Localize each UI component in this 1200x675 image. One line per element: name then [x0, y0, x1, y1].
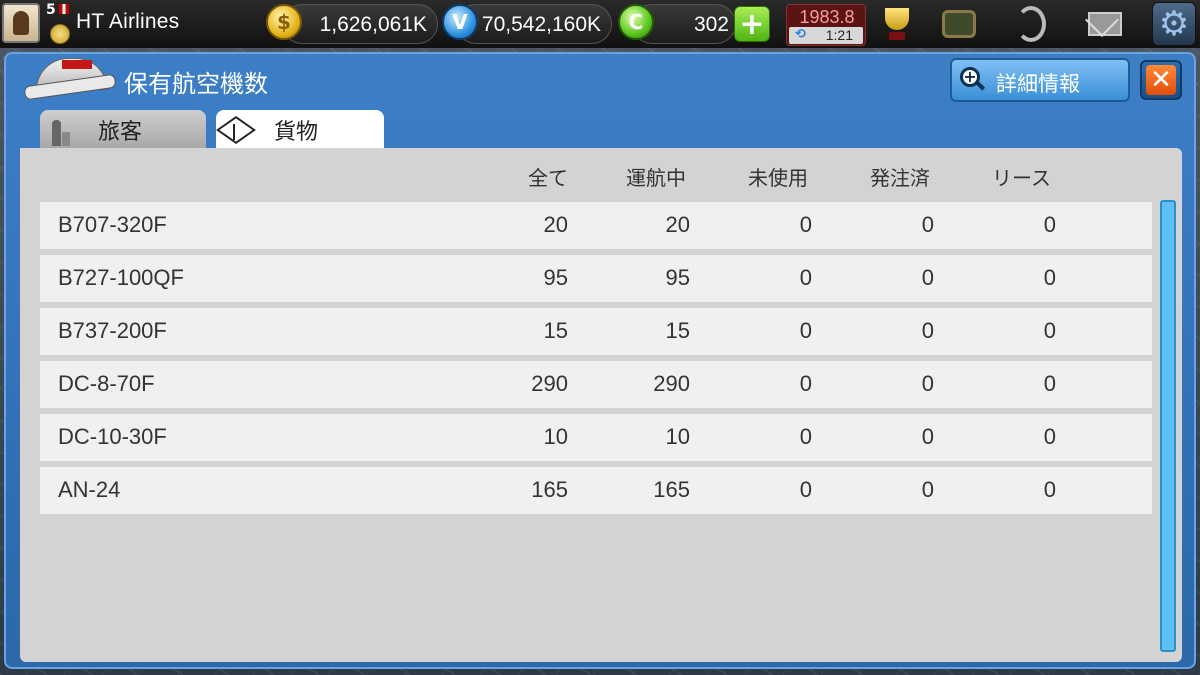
cell-lease: 0: [1043, 371, 1056, 396]
vp-value: 70,542,160K: [481, 13, 601, 36]
cell-ordered: 0: [921, 371, 934, 396]
cycle-icon: ⟲: [795, 27, 806, 42]
v-coin-icon: V: [442, 4, 478, 40]
cell-total: 20: [543, 212, 568, 237]
cell-ordered: 0: [921, 477, 934, 502]
close-icon: ✕: [1146, 65, 1176, 95]
aircraft-name: B707-320F: [58, 212, 167, 237]
column-header-lease: リース: [992, 166, 1051, 190]
cargo-box-icon: [220, 114, 250, 144]
cell-unused: 0: [799, 265, 812, 290]
column-header-unused: 未使用: [748, 166, 808, 190]
company-name: HT Airlines: [76, 10, 180, 33]
money-counter: 1,626,061K: [282, 4, 438, 44]
column-header-in-service: 運航中: [626, 166, 686, 190]
mail-icon[interactable]: [1082, 2, 1128, 46]
cell-unused: 0: [799, 318, 812, 343]
luggage-icon: [48, 120, 70, 146]
cell-total: 165: [531, 477, 568, 502]
satellite-icon[interactable]: [1008, 2, 1054, 46]
details-button[interactable]: 詳細情報: [950, 58, 1130, 102]
hangar-icon: [22, 56, 118, 106]
cell-ordered: 0: [921, 265, 934, 290]
panel-title: 保有航空機数: [124, 70, 268, 98]
time-display: ⟲ 1:21: [789, 27, 863, 44]
cell-in-service: 15: [665, 318, 690, 343]
level-badge: 5: [44, 2, 70, 44]
tab-passenger-label: 旅客: [98, 120, 143, 145]
cell-lease: 0: [1043, 212, 1056, 237]
cell-in-service: 165: [653, 477, 690, 502]
cell-unused: 0: [799, 371, 812, 396]
aircraft-name: B727-100QF: [58, 265, 184, 290]
cell-lease: 0: [1043, 477, 1056, 502]
level-medal-icon: [50, 24, 70, 44]
cell-unused: 0: [799, 477, 812, 502]
coins-value: 302: [693, 13, 729, 36]
cell-ordered: 0: [921, 212, 934, 237]
add-coins-button[interactable]: +: [734, 6, 770, 42]
cell-total: 15: [543, 318, 568, 343]
top-status-bar: 5 HT Airlines 1,626,061K $ 70,542,160K V…: [0, 0, 1200, 48]
column-header-ordered: 発注済: [870, 166, 930, 190]
tab-cargo-label: 貨物: [274, 120, 319, 145]
table-row[interactable]: B727-100QF 95 95 0 0 0: [40, 255, 1152, 302]
gear-icon[interactable]: ⚙: [1152, 2, 1196, 46]
cell-unused: 0: [799, 424, 812, 449]
aircraft-name: DC-8-70F: [58, 371, 155, 396]
details-button-label: 詳細情報: [996, 72, 1080, 96]
year-value: 1983.8: [799, 7, 855, 27]
time-value: 1:21: [825, 27, 853, 43]
column-header-total: 全て: [528, 166, 568, 190]
money-value: 1,626,061K: [319, 13, 427, 36]
table-row[interactable]: B737-200F 15 15 0 0 0: [40, 308, 1152, 355]
gold-coin-icon: $: [266, 4, 302, 40]
aircraft-name: DC-10-30F: [58, 424, 167, 449]
table-row[interactable]: DC-8-70F 290 290 0 0 0: [40, 361, 1152, 408]
level-number: 5: [46, 2, 56, 18]
cell-total: 95: [543, 265, 568, 290]
table-row[interactable]: B707-320F 20 20 0 0 0: [40, 202, 1152, 249]
avatar[interactable]: [2, 3, 40, 43]
tab-cargo[interactable]: 貨物: [216, 110, 384, 148]
flag-icon: [59, 4, 69, 14]
game-date: 1983.8 ⟲ 1:21: [786, 4, 866, 46]
cell-in-service: 290: [653, 371, 690, 396]
trophy-icon[interactable]: [874, 2, 920, 46]
green-coin-icon: C: [618, 4, 654, 40]
table-row[interactable]: DC-10-30F 10 10 0 0 0: [40, 414, 1152, 461]
vp-counter: 70,542,160K: [456, 4, 612, 44]
fleet-table: 全て 運航中 未使用 発注済 リース B707-320F 20 20 0 0 0…: [20, 148, 1182, 662]
cell-in-service: 95: [665, 265, 690, 290]
cell-total: 10: [543, 424, 568, 449]
zoom-in-icon: [960, 67, 986, 93]
cell-lease: 0: [1043, 265, 1056, 290]
aircraft-name: AN-24: [58, 477, 121, 502]
table-row[interactable]: AN-24 165 165 0 0 0: [40, 467, 1152, 514]
cell-in-service: 20: [665, 212, 690, 237]
tab-passenger[interactable]: 旅客: [40, 110, 206, 148]
cell-unused: 0: [799, 212, 812, 237]
close-button[interactable]: ✕: [1140, 60, 1182, 100]
cell-total: 290: [531, 371, 568, 396]
cell-ordered: 0: [921, 424, 934, 449]
cell-lease: 0: [1043, 318, 1056, 343]
aircraft-name: B737-200F: [58, 318, 167, 343]
cell-ordered: 0: [921, 318, 934, 343]
scrollbar[interactable]: [1160, 200, 1176, 652]
cell-lease: 0: [1043, 424, 1056, 449]
cell-in-service: 10: [665, 424, 690, 449]
tv-icon[interactable]: [936, 2, 982, 46]
fleet-count-panel: 保有航空機数 詳細情報 ✕ 旅客 貨物 全て 運航中 未使用 発注済 リース B…: [4, 52, 1196, 669]
